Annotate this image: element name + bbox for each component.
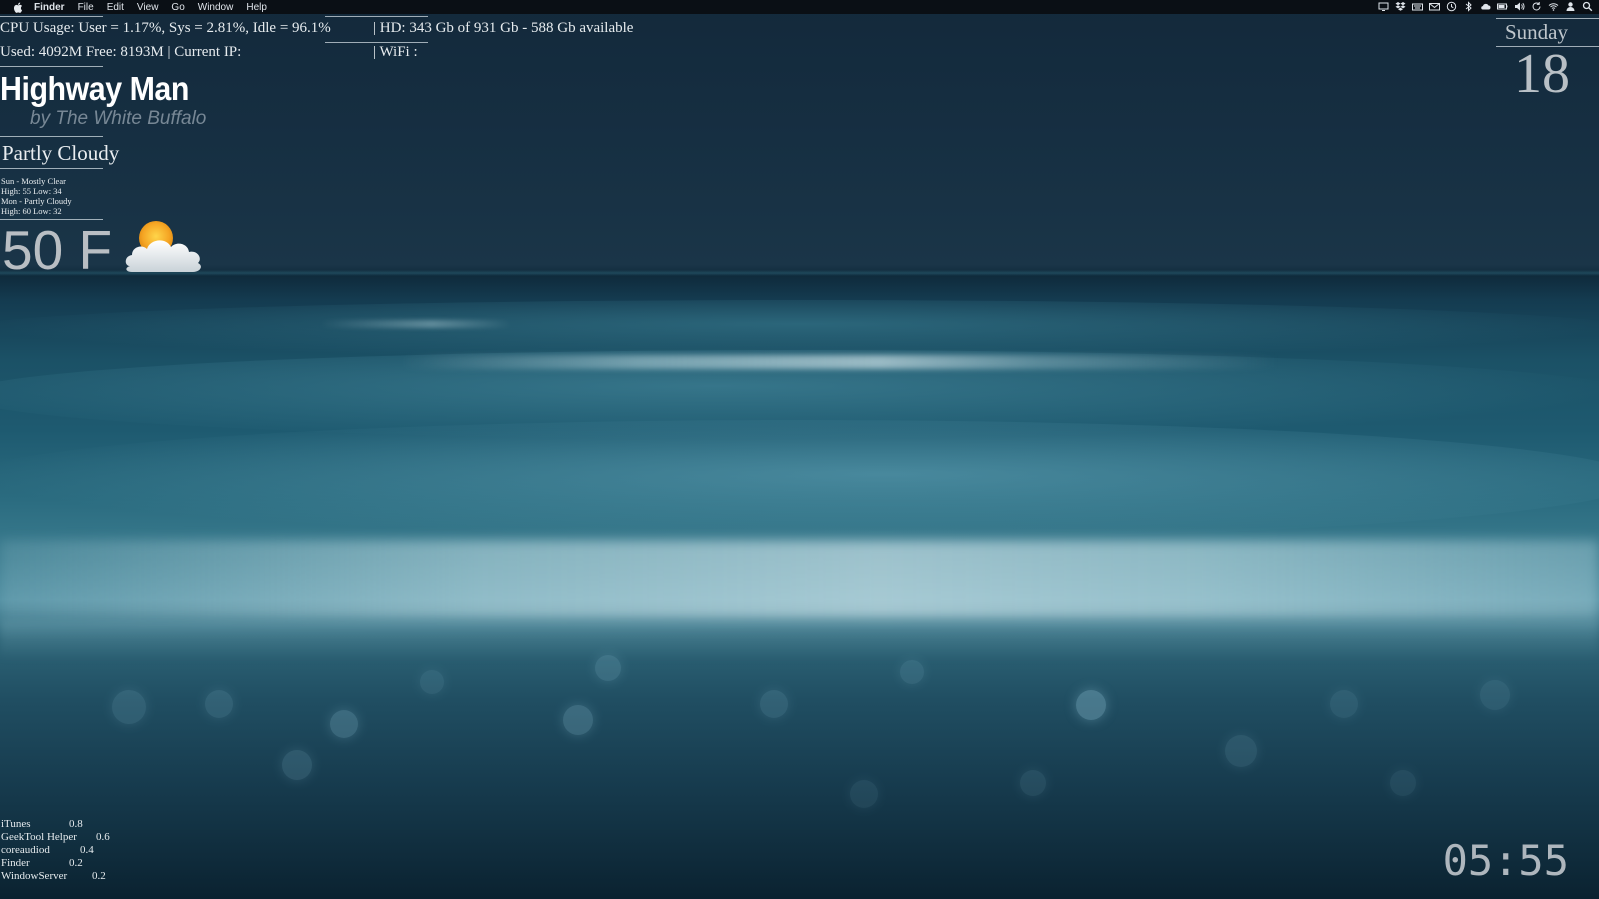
now-playing-title: Highway Man (0, 70, 189, 107)
divider (0, 136, 103, 137)
keyboard-icon[interactable] (1412, 1, 1423, 12)
clock: 05:55 (1442, 836, 1569, 885)
forecast-line: High: 60 Low: 32 (1, 206, 62, 216)
bluetooth-icon[interactable] (1463, 1, 1474, 12)
forecast-line: Sun - Mostly Clear (1, 176, 66, 186)
weather-condition: Partly Cloudy (2, 141, 120, 165)
disk-usage: | HD: 343 Gb of 931 Gb - 588 Gb availabl… (373, 20, 634, 36)
menu-help[interactable]: Help (246, 2, 267, 13)
partly-cloudy-icon (122, 214, 220, 274)
wave-foam (0, 540, 1599, 620)
time-machine-icon[interactable] (1446, 1, 1457, 12)
day-number: 18 (1514, 43, 1570, 105)
bokeh-light (1076, 690, 1106, 720)
bokeh-light (420, 670, 444, 694)
bokeh-light (1330, 690, 1358, 718)
wave-band (0, 420, 1599, 540)
bokeh-light (1480, 680, 1510, 710)
menu-finder[interactable]: Finder (34, 2, 65, 13)
user-icon[interactable] (1565, 1, 1576, 12)
process-name: coreaudiod (1, 844, 50, 856)
wave-foam (0, 620, 1599, 660)
bokeh-light (282, 750, 312, 780)
menu-bar: Finder File Edit View Go Window Help (0, 0, 1599, 14)
process-name: Finder (1, 857, 30, 869)
bokeh-light (760, 690, 788, 718)
wave-foam (0, 355, 1599, 369)
search-icon[interactable] (1582, 1, 1593, 12)
process-cpu: 0.2 (69, 857, 83, 869)
forecast-line: Mon - Partly Cloudy (1, 196, 72, 206)
bokeh-light (1020, 770, 1046, 796)
wave-foam (0, 320, 1599, 328)
bokeh-light (563, 705, 593, 735)
bokeh-light (205, 690, 233, 718)
display-icon[interactable] (1378, 1, 1389, 12)
weather-forecast: Sun - Mostly Clear High: 55 Low: 34 Mon … (1, 176, 72, 216)
process-row: Finder 0.2 (1, 857, 110, 870)
process-cpu: 0.2 (92, 870, 106, 882)
wifi-status: | WiFi : (373, 44, 418, 60)
process-name: GeekTool Helper (1, 831, 77, 843)
process-cpu: 0.6 (96, 831, 110, 843)
divider (325, 42, 428, 43)
wifi-icon[interactable] (1548, 1, 1559, 12)
divider (0, 66, 103, 67)
divider (325, 16, 428, 17)
menu-edit[interactable]: Edit (107, 2, 124, 13)
process-list: iTunes 0.8 GeekTool Helper 0.6 coreaudio… (1, 818, 110, 883)
temperature: 50 F (2, 219, 113, 281)
menu-window[interactable]: Window (198, 2, 234, 13)
menu-file[interactable]: File (78, 2, 94, 13)
process-row: WindowServer 0.2 (1, 870, 110, 883)
bokeh-light (1225, 735, 1257, 767)
volume-icon[interactable] (1514, 1, 1525, 12)
apple-menu-icon[interactable] (12, 1, 24, 13)
desktop-wallpaper (0, 0, 1599, 899)
bokeh-light (1390, 770, 1416, 796)
battery-icon[interactable] (1497, 1, 1508, 12)
process-cpu: 0.4 (80, 844, 94, 856)
process-name: WindowServer (1, 870, 68, 882)
menu-view[interactable]: View (137, 2, 159, 13)
bokeh-light (900, 660, 924, 684)
cloud-icon[interactable] (1480, 1, 1491, 12)
process-row: GeekTool Helper 0.6 (1, 831, 110, 844)
now-playing-artist: by The White Buffalo (30, 108, 207, 129)
divider (0, 16, 103, 17)
divider (1496, 18, 1599, 19)
bokeh-light (850, 780, 878, 808)
menu-go[interactable]: Go (171, 2, 184, 13)
process-cpu: 0.8 (69, 818, 83, 830)
process-row: coreaudiod 0.4 (1, 844, 110, 857)
mail-icon[interactable] (1429, 1, 1440, 12)
bokeh-light (112, 690, 146, 724)
divider (0, 168, 103, 169)
sync-icon[interactable] (1531, 1, 1542, 12)
process-row: iTunes 0.8 (1, 818, 110, 831)
dropbox-icon[interactable] (1395, 1, 1406, 12)
forecast-line: High: 55 Low: 34 (1, 186, 62, 196)
memory-usage: Used: 4092M Free: 8193M | Current IP: (0, 44, 242, 60)
status-tray (1378, 1, 1593, 12)
process-name: iTunes (1, 818, 31, 830)
cpu-usage: CPU Usage: User = 1.17%, Sys = 2.81%, Id… (0, 20, 331, 36)
horizon-line (0, 270, 1599, 276)
bokeh-light (330, 710, 358, 738)
bokeh-light (595, 655, 621, 681)
